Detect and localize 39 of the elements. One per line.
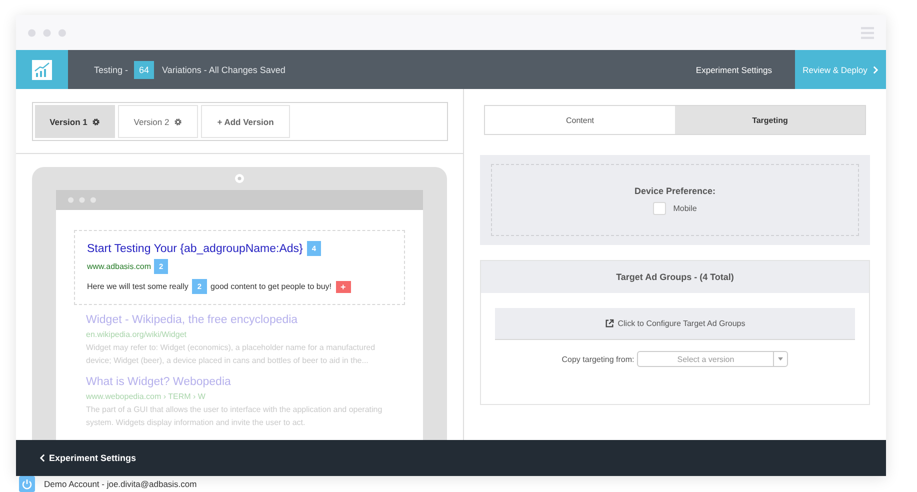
- checkbox-label: Mobile: [673, 204, 697, 212]
- result-title: What is Widget? Webopedia: [86, 376, 232, 388]
- window-dots-icon: [28, 28, 66, 36]
- menu-icon[interactable]: [861, 26, 874, 38]
- ad-url: www.adbasis.com: [87, 262, 152, 271]
- ad-headline: Start Testing Your {ab_adgroupName:Ads}: [87, 242, 303, 254]
- configure-button[interactable]: Click to Configure Target Ad Groups: [495, 308, 855, 340]
- copy-label: Copy targeting from:: [562, 354, 634, 364]
- version-tab[interactable]: Version 2: [118, 105, 198, 138]
- power-icon[interactable]: [19, 476, 35, 492]
- experiment-settings-link[interactable]: Experiment Settings: [40, 453, 136, 463]
- ad-text: good content to get people to buy!: [210, 282, 332, 291]
- window-dots-icon: [68, 197, 96, 203]
- result-url: en.wikipedia.org/wiki/Widget: [86, 330, 188, 339]
- save-status: Variations - All Changes Saved: [162, 64, 286, 74]
- result-title: Widget - Wikipedia, the free encyclopedia: [86, 314, 299, 326]
- experiment-settings-link[interactable]: Experiment Settings: [696, 64, 772, 74]
- section-title: Device Preference:: [634, 186, 716, 196]
- version-select[interactable]: Select a version: [637, 351, 788, 367]
- account-label: Demo Account - joe.divita@adbasis.com: [44, 479, 197, 489]
- external-link-icon: [604, 319, 614, 328]
- variation-count-badge: 64: [134, 60, 154, 78]
- testing-label: Testing -: [94, 64, 128, 74]
- chevron-right-icon: [873, 66, 878, 74]
- chart-logo-icon: [32, 60, 52, 80]
- panel-header: Target Ad Groups - (4 Total): [481, 261, 869, 293]
- result-url: www.webopedia.com › TERM › W: [86, 392, 206, 401]
- camera-icon: [235, 174, 244, 183]
- panel-tab[interactable]: Targeting: [675, 106, 865, 134]
- gear-icon: [92, 118, 100, 126]
- logo[interactable]: [16, 50, 68, 89]
- gear-icon: [174, 118, 182, 126]
- checkbox[interactable]: [653, 202, 666, 214]
- chevron-left-icon: [40, 454, 45, 462]
- add-version-button[interactable]: + Add Version: [201, 105, 290, 138]
- add-variation-button[interactable]: +: [336, 280, 351, 292]
- caret-icon: [778, 357, 784, 361]
- version-tab[interactable]: Version 1: [35, 105, 115, 138]
- ad-text: Here we will test some really: [87, 282, 188, 291]
